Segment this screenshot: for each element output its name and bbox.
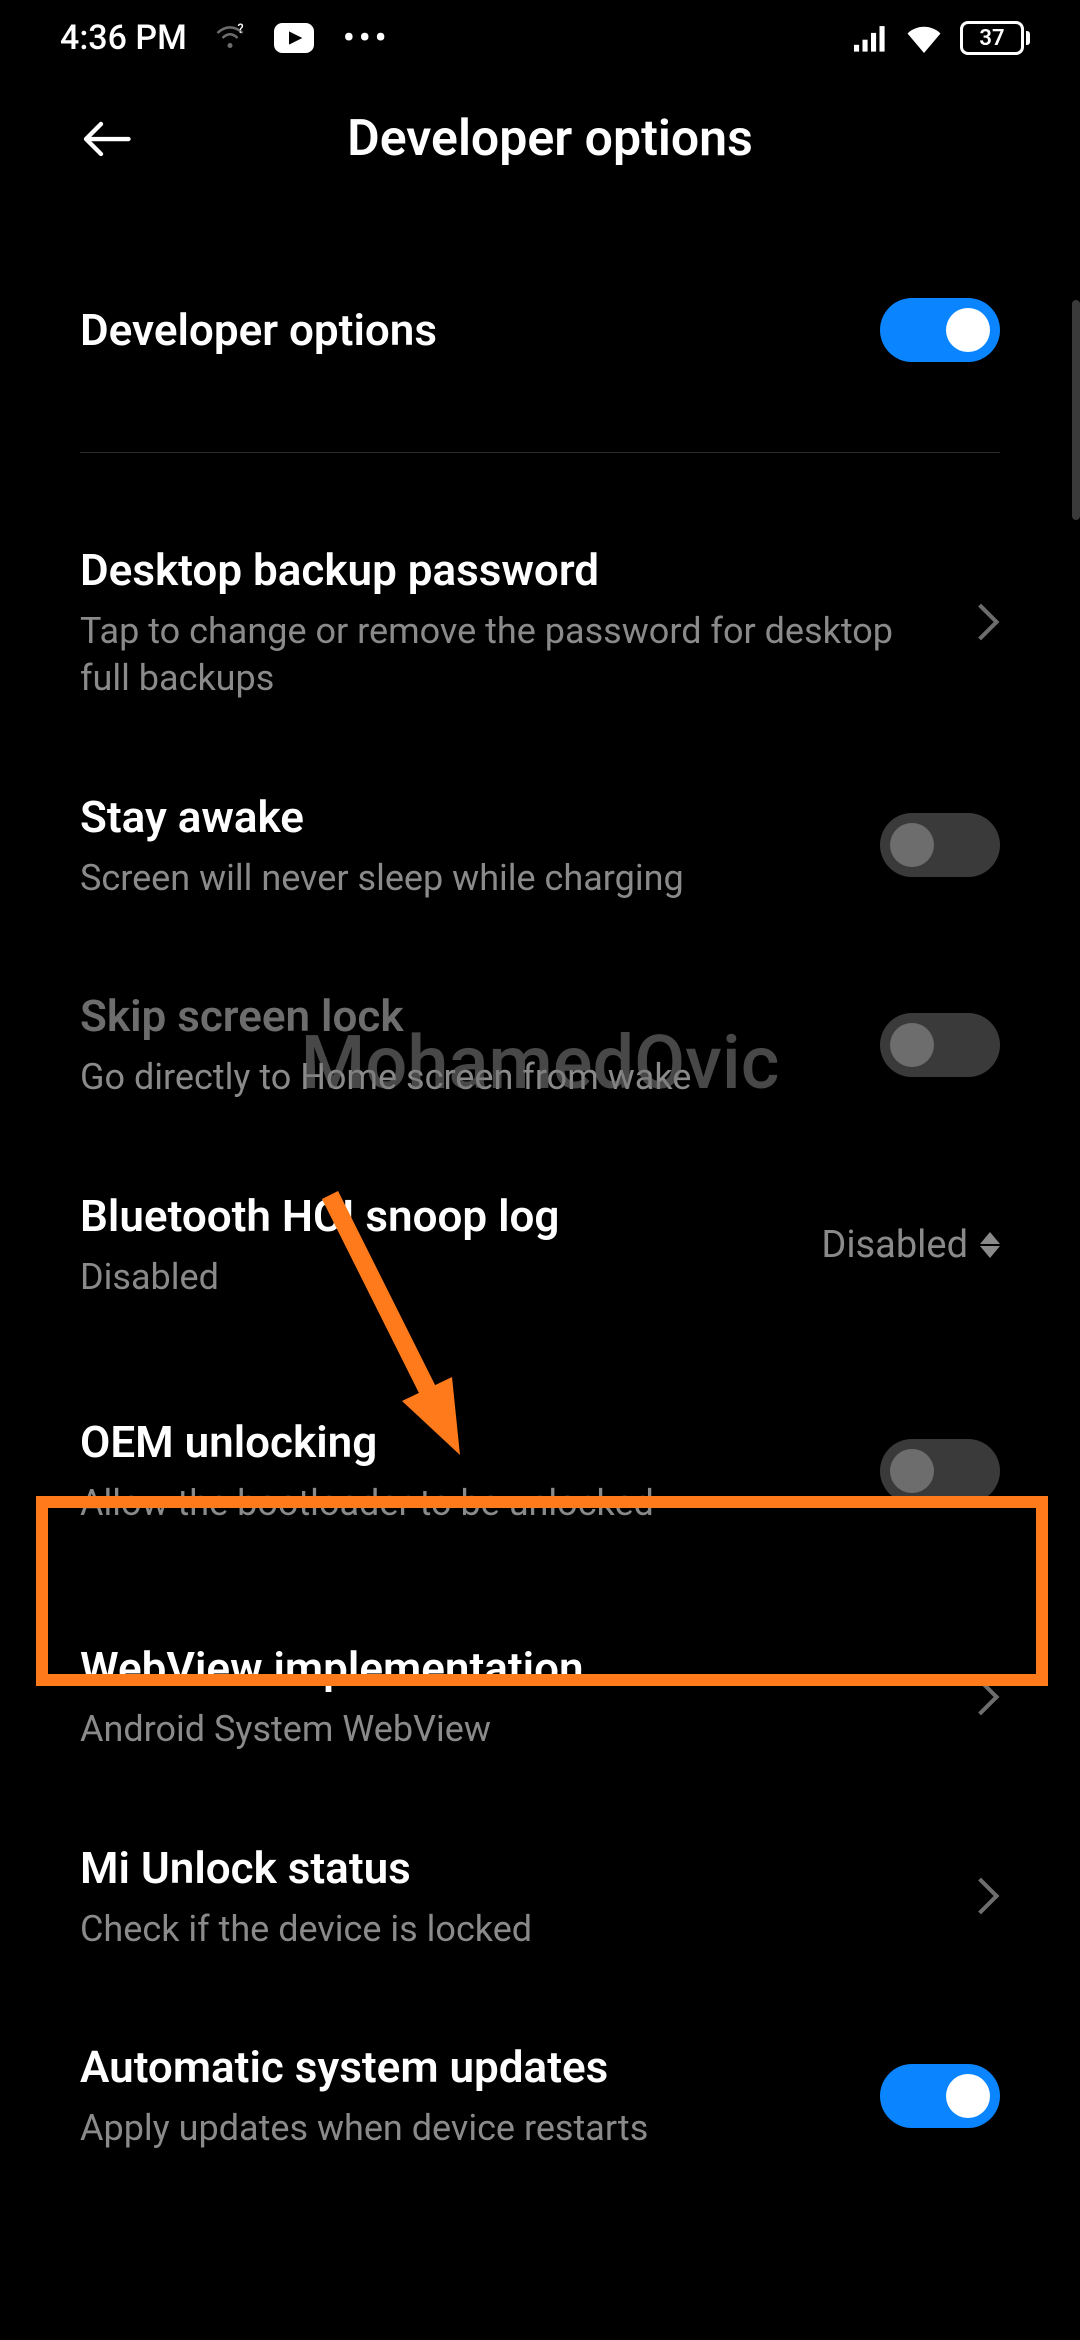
row-desktop-backup[interactable]: Desktop backup password Tap to change or… [40,453,1040,746]
row-title: Skip screen lock [80,989,850,1044]
svg-text:?: ? [237,23,243,37]
row-subtitle: Screen will never sleep while charging [80,855,850,902]
row-subtitle: Go directly to Home screen from wake [80,1054,850,1101]
toggle-auto-updates[interactable] [880,2064,1000,2128]
battery-icon: 37 [960,21,1030,55]
toggle-skip-screen-lock[interactable] [880,1013,1000,1077]
page-title: Developer options [132,110,968,168]
row-skip-screen-lock[interactable]: Skip screen lock Go directly to Home scr… [40,945,1040,1145]
cellular-signal-icon [854,24,888,52]
toggle-developer-options[interactable] [880,298,1000,362]
more-dots-icon: ••• [343,18,391,58]
row-title: Desktop backup password [80,543,938,598]
row-stay-awake[interactable]: Stay awake Screen will never sleep while… [40,746,1040,946]
scroll-indicator[interactable] [1072,300,1080,520]
dropdown-value-text: Disabled [821,1223,968,1267]
row-title: OEM unlocking [80,1415,850,1470]
toggle-stay-awake[interactable] [880,813,1000,877]
youtube-icon [273,23,315,53]
chevron-right-icon [963,1678,1000,1715]
row-subtitle: Android System WebView [80,1706,938,1753]
row-subtitle: Check if the device is locked [80,1906,938,1953]
row-subtitle: Disabled [80,1254,791,1301]
row-auto-updates[interactable]: Automatic system updates Apply updates w… [40,1996,1040,2196]
back-arrow-icon[interactable] [80,113,132,165]
row-bt-hci-snoop[interactable]: Bluetooth HCI snoop log Disabled Disable… [40,1145,1040,1345]
wifi-icon [906,23,942,53]
wifi-question-icon: ? [215,23,245,53]
row-subtitle: Apply updates when device restarts [80,2105,850,2152]
row-subtitle: Allow the bootloader to be unlocked [80,1480,850,1527]
row-developer-options[interactable]: Developer options [40,208,1040,452]
toggle-oem-unlocking[interactable] [880,1439,1000,1503]
row-oem-unlocking[interactable]: OEM unlocking Allow the bootloader to be… [40,1345,1040,1597]
status-time: 4:36 PM [60,18,187,58]
dropdown-bt-hci[interactable]: Disabled [821,1223,1000,1267]
row-subtitle: Tap to change or remove the password for… [80,608,938,702]
battery-percent: 37 [979,26,1004,51]
row-title: Mi Unlock status [80,1841,938,1896]
settings-list: Developer options Desktop backup passwor… [0,208,1080,2196]
header: Developer options [0,76,1080,208]
row-title: Automatic system updates [80,2040,850,2095]
sort-icon [980,1232,1000,1258]
row-mi-unlock[interactable]: Mi Unlock status Check if the device is … [40,1797,1040,1997]
row-webview[interactable]: WebView implementation Android System We… [40,1597,1040,1797]
row-title: Stay awake [80,790,850,845]
row-title: WebView implementation [80,1641,938,1696]
row-title: Bluetooth HCI snoop log [80,1189,791,1244]
row-title: Developer options [80,303,850,358]
chevron-right-icon [963,1878,1000,1915]
status-bar: 4:36 PM ? ••• 37 [0,0,1080,76]
chevron-right-icon [963,604,1000,641]
